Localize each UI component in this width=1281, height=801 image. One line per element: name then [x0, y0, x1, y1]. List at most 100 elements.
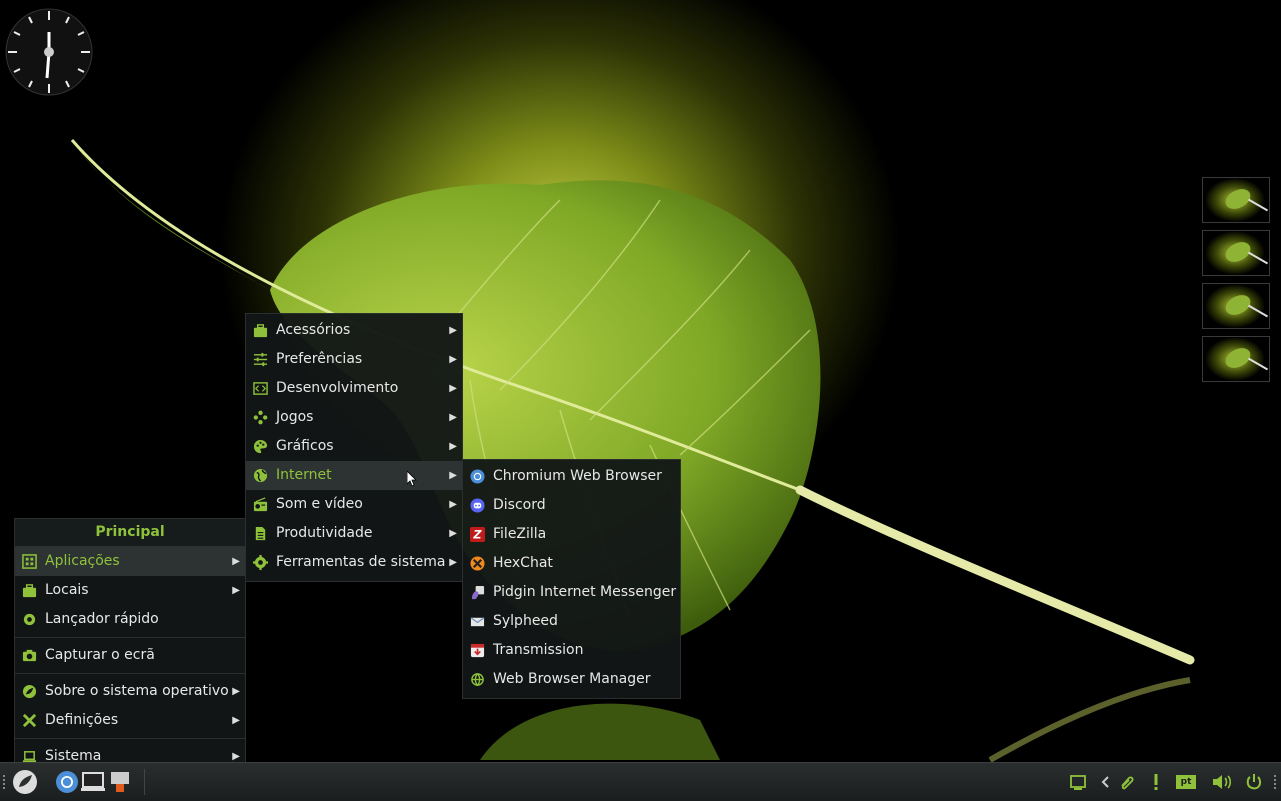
- submenu-arrow-icon: ▶: [449, 412, 457, 423]
- gamepad-icon: [253, 410, 268, 425]
- panel-handle[interactable]: [1274, 775, 1279, 789]
- briefcase-icon: [253, 324, 268, 338]
- category-graficos[interactable]: Gráficos ▶: [246, 432, 462, 461]
- app-label: Discord: [493, 497, 546, 513]
- app-filezilla[interactable]: Z FileZilla: [463, 520, 680, 549]
- exclamation-icon[interactable]: [1147, 773, 1165, 791]
- category-label: Gráficos: [276, 438, 334, 454]
- web-browser-manager-icon: [471, 673, 484, 687]
- volume-icon[interactable]: [1212, 773, 1234, 791]
- terminal-icon[interactable]: [80, 769, 106, 795]
- submenu-arrow-icon: ▶: [449, 441, 457, 452]
- app-hexchat[interactable]: HexChat: [463, 549, 680, 578]
- workspace-1[interactable]: [1202, 177, 1270, 223]
- category-preferencias[interactable]: Preferências ▶: [246, 345, 462, 374]
- workspace-4[interactable]: [1202, 336, 1270, 382]
- category-acessorios[interactable]: Acessórios ▶: [246, 316, 462, 345]
- menu-separator: [15, 738, 245, 739]
- keyboard-layout-icon[interactable]: pt: [1176, 773, 1196, 791]
- menu-separator: [15, 637, 245, 638]
- sylpheed-icon: [470, 617, 485, 627]
- menu-item-label: Capturar o ecrã: [45, 647, 155, 663]
- camera-icon: [22, 649, 37, 662]
- briefcase-icon: [22, 584, 37, 598]
- pidgin-icon: [471, 585, 485, 600]
- transmission-icon: [470, 643, 485, 658]
- document-icon: [255, 526, 266, 541]
- category-label: Som e vídeo: [276, 496, 363, 512]
- chevron-left-icon[interactable]: [1097, 773, 1115, 791]
- submenu-arrow-icon: ▶: [449, 557, 457, 568]
- radio-icon: [253, 497, 268, 512]
- grid-icon: [22, 554, 37, 569]
- internet-submenu: Chromium Web Browser Discord Z FileZilla…: [462, 459, 681, 699]
- workspace-3[interactable]: [1202, 283, 1270, 329]
- menu-item-label: Definições: [45, 712, 119, 728]
- category-label: Produtividade: [276, 525, 373, 541]
- category-label: Ferramentas de sistema: [276, 554, 446, 570]
- menu-item-label: Sobre o sistema operativo: [45, 683, 229, 699]
- app-label: Sylpheed: [493, 613, 558, 629]
- text-editor-icon[interactable]: [107, 769, 133, 795]
- app-label: HexChat: [493, 555, 553, 571]
- menu-item-locais[interactable]: Locais ▶: [15, 576, 245, 605]
- menu-item-capturar-ecra[interactable]: Capturar o ecrã: [15, 641, 245, 670]
- app-discord[interactable]: Discord: [463, 491, 680, 520]
- app-pidgin[interactable]: Pidgin Internet Messenger: [463, 578, 680, 607]
- category-label: Desenvolvimento: [276, 380, 399, 396]
- paperclip-icon[interactable]: [1118, 773, 1136, 791]
- submenu-arrow-icon: ▶: [449, 470, 457, 481]
- tools-icon: [22, 713, 37, 728]
- menu-item-sobre-sistema[interactable]: Sobre o sistema operativo ▶: [15, 677, 245, 706]
- menu-item-definicoes[interactable]: Definições ▶: [15, 706, 245, 735]
- menu-item-label: Locais: [45, 582, 89, 598]
- chromium-icon: [470, 469, 485, 484]
- app-web-browser-manager[interactable]: Web Browser Manager: [463, 665, 680, 694]
- category-jogos[interactable]: Jogos ▶: [246, 403, 462, 432]
- chromium-icon[interactable]: [54, 769, 80, 795]
- app-label: Web Browser Manager: [493, 671, 651, 687]
- submenu-arrow-icon: ▶: [232, 585, 240, 596]
- menu-item-label: Aplicações: [45, 553, 120, 569]
- menu-logo-icon[interactable]: [12, 769, 38, 795]
- svg-text:Z: Z: [472, 529, 482, 542]
- workspace-switcher[interactable]: [1202, 177, 1272, 389]
- submenu-arrow-icon: ▶: [449, 354, 457, 365]
- category-desenvolvimento[interactable]: Desenvolvimento ▶: [246, 374, 462, 403]
- menu-item-lancador-rapido[interactable]: Lançador rápido: [15, 605, 245, 634]
- category-ferramentas-de-sistema[interactable]: Ferramentas de sistema ▶: [246, 548, 462, 577]
- leaf-logo-icon: [22, 684, 37, 699]
- category-label: Preferências: [276, 351, 363, 367]
- app-transmission[interactable]: Transmission: [463, 636, 680, 665]
- taskbar: pt: [0, 762, 1281, 801]
- mouse-cursor-icon: [407, 471, 417, 487]
- analog-clock-widget: [5, 8, 93, 96]
- panel-handle[interactable]: [3, 775, 8, 789]
- submenu-arrow-icon: ▶: [449, 325, 457, 336]
- menu-item-aplicacoes[interactable]: Aplicações ▶: [15, 547, 245, 576]
- category-internet[interactable]: Internet ▶: [246, 461, 462, 490]
- app-label: FileZilla: [493, 526, 547, 542]
- principal-menu: Principal Aplicações ▶ Locais ▶ Lançador…: [14, 518, 246, 769]
- category-label: Internet: [276, 467, 332, 483]
- applications-submenu: Acessórios ▶ Preferências ▶ Desenvolvime…: [245, 313, 463, 582]
- submenu-arrow-icon: ▶: [449, 499, 457, 510]
- hexchat-icon: [470, 556, 485, 571]
- app-chromium[interactable]: Chromium Web Browser: [463, 462, 680, 491]
- category-som-e-video[interactable]: Som e vídeo ▶: [246, 490, 462, 519]
- category-produtividade[interactable]: Produtividade ▶: [246, 519, 462, 548]
- workspace-2[interactable]: [1202, 230, 1270, 276]
- app-label: Pidgin Internet Messenger: [493, 584, 677, 600]
- submenu-arrow-icon: ▶: [232, 686, 240, 697]
- app-label: Transmission: [493, 642, 584, 658]
- submenu-arrow-icon: ▶: [232, 556, 240, 567]
- globe-icon: [253, 468, 268, 483]
- power-icon[interactable]: [1245, 773, 1263, 791]
- submenu-arrow-icon: ▶: [449, 528, 457, 539]
- keyboard-layout-label: pt: [1176, 775, 1196, 789]
- taskbar-separator: [144, 769, 145, 795]
- window-icon[interactable]: [1069, 773, 1087, 791]
- app-label: Chromium Web Browser: [493, 468, 662, 484]
- discord-icon: [470, 498, 485, 513]
- app-sylpheed[interactable]: Sylpheed: [463, 607, 680, 636]
